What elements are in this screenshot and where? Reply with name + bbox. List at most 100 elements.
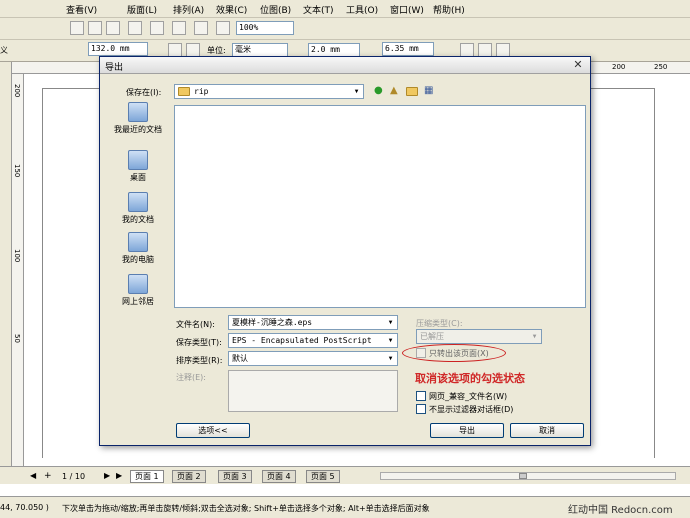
menu-help[interactable]: 帮助(H) bbox=[433, 3, 465, 16]
file-list[interactable] bbox=[174, 105, 586, 308]
toolbox bbox=[0, 62, 12, 466]
compression-label: 压缩类型(C): bbox=[416, 319, 463, 328]
save-in-label: 保存在(I): bbox=[126, 88, 162, 97]
new-folder-icon[interactable] bbox=[406, 87, 418, 96]
last-page-icon[interactable]: ▶ bbox=[116, 470, 122, 482]
portrait-icon[interactable] bbox=[168, 43, 182, 57]
page-tab-3[interactable]: 页面 3 bbox=[218, 470, 252, 483]
ruler-tick-label: 100 bbox=[13, 249, 21, 263]
menu-bitmaps[interactable]: 位图(B) bbox=[260, 3, 291, 16]
notes-label: 注释(E): bbox=[176, 373, 206, 382]
menu-window[interactable]: 窗口(W) bbox=[390, 3, 424, 16]
menu-arrange[interactable]: 排列(A) bbox=[173, 3, 204, 16]
close-icon[interactable]: ✕ bbox=[570, 59, 586, 72]
ruler-tick-label: 200 bbox=[612, 63, 626, 71]
place-network[interactable]: 网上邻居 bbox=[106, 274, 170, 307]
paste-icon[interactable] bbox=[106, 21, 120, 35]
landscape-icon[interactable] bbox=[186, 43, 200, 57]
import-icon[interactable] bbox=[172, 21, 186, 35]
place-desktop[interactable]: 桌面 bbox=[106, 150, 170, 183]
folder-icon bbox=[178, 87, 190, 96]
next-page-icon[interactable]: ▶ bbox=[104, 470, 110, 482]
export-button[interactable]: 导出 bbox=[430, 423, 504, 438]
object-width-field[interactable]: 132.0 mm bbox=[88, 42, 148, 56]
highlight-ellipse bbox=[402, 344, 506, 362]
place-recent[interactable]: 我最近的文档 bbox=[106, 102, 170, 135]
no-filter-dialog-label: 不显示过滤器对话框(D) bbox=[429, 405, 514, 414]
ruler-tick-label: 50 bbox=[13, 334, 21, 343]
sort-type-select[interactable]: 默认 ▼ bbox=[228, 351, 398, 366]
sort-type-value: 默认 bbox=[232, 354, 248, 363]
page-tab-1[interactable]: 页面 1 bbox=[130, 470, 164, 483]
my-computer-icon bbox=[128, 232, 148, 252]
snap-icon[interactable] bbox=[460, 43, 474, 57]
view-menu-icon[interactable]: ▦ bbox=[424, 85, 433, 97]
filetype-select[interactable]: EPS - Encapsulated PostScript ▼ bbox=[228, 333, 398, 348]
place-label: 我的文档 bbox=[122, 215, 154, 224]
page-tab-5[interactable]: 页面 5 bbox=[306, 470, 340, 483]
first-page-icon[interactable]: ◀ bbox=[30, 470, 36, 482]
chevron-down-icon: ▼ bbox=[532, 333, 537, 340]
cancel-button[interactable]: 取消 bbox=[510, 423, 584, 438]
notes-field bbox=[228, 370, 398, 412]
menu-text[interactable]: 文本(T) bbox=[303, 3, 334, 16]
dialog-titlebar[interactable]: 导出 ✕ bbox=[100, 57, 590, 74]
filetype-value: EPS - Encapsulated PostScript bbox=[232, 336, 372, 345]
grid-icon[interactable] bbox=[496, 43, 510, 57]
annotation-text: 取消该选项的勾选状态 bbox=[415, 372, 525, 385]
chevron-down-icon: ▼ bbox=[388, 355, 393, 362]
menu-layout[interactable]: 版面(L) bbox=[127, 3, 157, 16]
no-filter-dialog-checkbox[interactable] bbox=[416, 404, 426, 414]
menu-bar: 查看(V) 版面(L) 排列(A) 效果(C) 位图(B) 文本(T) 工具(O… bbox=[0, 0, 690, 18]
horizontal-scrollbar[interactable] bbox=[380, 472, 676, 480]
places-bar: 我最近的文档 桌面 我的文档 我的电脑 网上邻居 bbox=[106, 102, 170, 312]
desktop-icon bbox=[128, 150, 148, 170]
chevron-down-icon: ▼ bbox=[388, 337, 393, 344]
up-folder-icon[interactable]: ▲ bbox=[390, 85, 398, 97]
place-label: 桌面 bbox=[130, 173, 146, 182]
page-tab-2[interactable]: 页面 2 bbox=[172, 470, 206, 483]
back-icon[interactable]: ● bbox=[374, 85, 383, 97]
options-button[interactable]: 选项<< bbox=[176, 423, 250, 438]
page-border-right bbox=[654, 88, 655, 458]
menu-effects[interactable]: 效果(C) bbox=[216, 3, 247, 16]
page-counter: 1 / 10 bbox=[62, 472, 86, 481]
place-my-computer[interactable]: 我的电脑 bbox=[106, 232, 170, 265]
export-icon[interactable] bbox=[194, 21, 208, 35]
place-my-documents[interactable]: 我的文档 bbox=[106, 192, 170, 225]
cut-icon[interactable] bbox=[70, 21, 84, 35]
cursor-coordinates: 44, 70.050 ) bbox=[0, 503, 49, 512]
status-bar: 44, 70.050 ) 下次单击为拖动/缩放;再单击旋转/倾斜;双击全选对象;… bbox=[0, 496, 690, 518]
web-compat-checkbox[interactable] bbox=[416, 391, 426, 401]
save-in-select[interactable]: rip ▼ bbox=[174, 84, 364, 99]
scrollbar-thumb[interactable] bbox=[519, 473, 527, 479]
place-label: 我最近的文档 bbox=[114, 125, 162, 134]
my-documents-icon bbox=[128, 192, 148, 212]
zoom-level-field[interactable]: 100% bbox=[236, 21, 294, 35]
ruler-tick-label: 200 bbox=[13, 84, 21, 98]
dialog-title: 导出 bbox=[105, 63, 124, 73]
status-hint: 下次单击为拖动/缩放;再单击旋转/倾斜;双击全选对象; Shift+单击选择多个… bbox=[62, 504, 430, 513]
align-icon[interactable] bbox=[478, 43, 492, 57]
undo-icon[interactable] bbox=[128, 21, 142, 35]
filetype-label: 保存类型(T): bbox=[176, 338, 222, 347]
compression-select: 已解压 ▼ bbox=[416, 329, 542, 344]
property-label-fragment: 义 bbox=[0, 46, 8, 55]
menu-tools[interactable]: 工具(O) bbox=[346, 3, 378, 16]
menu-view[interactable]: 查看(V) bbox=[66, 3, 97, 16]
duplicate-distance-field[interactable]: 6.35 mm bbox=[382, 42, 434, 56]
standard-toolbar: 100% bbox=[0, 18, 690, 40]
application-launcher-icon[interactable] bbox=[216, 21, 230, 35]
filename-field[interactable]: 夏模样-沉睡之森.eps ▼ bbox=[228, 315, 398, 330]
redo-icon[interactable] bbox=[150, 21, 164, 35]
copy-icon[interactable] bbox=[88, 21, 102, 35]
add-page-icon[interactable]: + bbox=[44, 470, 52, 482]
recent-documents-icon bbox=[128, 102, 148, 122]
nudge-distance-field[interactable]: 2.0 mm bbox=[308, 43, 360, 57]
page-navigator: ◀ + 1 / 10 ▶ ▶ 页面 1 页面 2 页面 3 页面 4 页面 5 bbox=[0, 466, 690, 484]
ruler-tick-label: 150 bbox=[13, 164, 21, 178]
units-select[interactable]: 毫米 bbox=[232, 43, 288, 57]
chevron-down-icon: ▼ bbox=[388, 319, 393, 326]
site-watermark: 红动中国 Redocn.com bbox=[568, 505, 673, 516]
page-tab-4[interactable]: 页面 4 bbox=[262, 470, 296, 483]
